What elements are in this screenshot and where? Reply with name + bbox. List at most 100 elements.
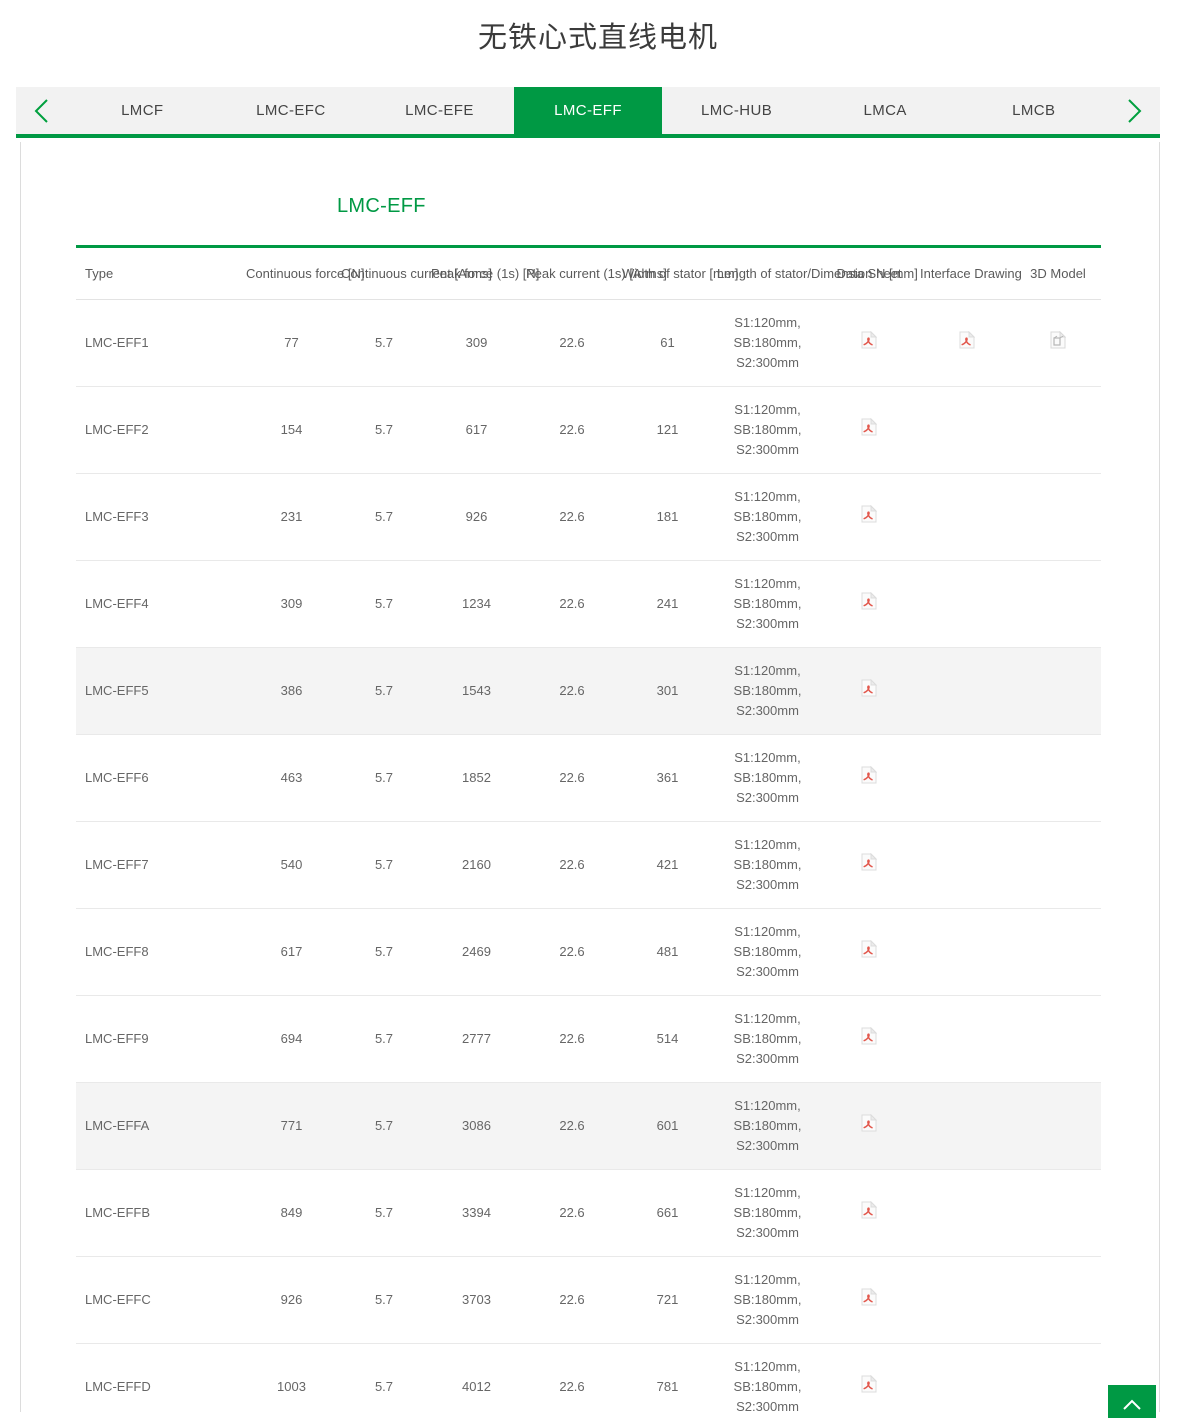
pdf-icon[interactable]	[861, 1374, 878, 1393]
cell-length-of-stator: S1:120mm, SB:180mm, S2:300mm	[715, 821, 820, 909]
cell-3d-model	[1015, 560, 1101, 648]
cell-continuous-force: 771	[244, 1082, 339, 1170]
table-row: LMC-EFFB 849 5.7 3394 22.6 661 S1:120mm, SB:18…	[76, 1169, 1101, 1257]
empty-cell	[966, 1390, 967, 1391]
cell-interface-drawing	[918, 995, 1015, 1083]
cell-peak-force: 4012	[429, 1343, 524, 1418]
cell-3d-model	[1015, 647, 1101, 735]
column-header-3d-model: 3D Model	[1015, 245, 1101, 300]
cell-peak-force: 3703	[429, 1256, 524, 1344]
cell-continuous-force: 463	[244, 734, 339, 822]
empty-cell	[1058, 433, 1059, 434]
tab-label: LMC-HUB	[701, 102, 773, 119]
product-series-tabbar: LMCF LMC-EFC LMC-EFE LMC-EFF LMC-HUB LMCA LMCB	[16, 87, 1160, 138]
cell-peak-current: 22.6	[524, 734, 620, 822]
column-header-continuous-force: Continuous force [N]	[244, 245, 365, 300]
cell-length-of-stator: S1:120mm, SB:180mm, S2:300mm	[715, 473, 820, 561]
pdf-icon[interactable]	[861, 1113, 878, 1132]
tab-lmcb[interactable]: LMCB	[959, 87, 1108, 134]
section-title: LMC-EFF	[337, 195, 426, 217]
column-header-continuous-current: Continuous current [Arms]	[339, 245, 492, 300]
table-row: LMC-EFFC 926 5.7 3703 22.6 721 S1:120mm, SB:18…	[76, 1256, 1101, 1344]
pdf-icon[interactable]	[861, 765, 878, 784]
pdf-icon[interactable]	[861, 330, 878, 349]
chevron-left-icon	[34, 98, 48, 123]
cell-3d-model	[1015, 1169, 1101, 1257]
cell-3d-model	[1015, 386, 1101, 474]
cell-continuous-force: 386	[244, 647, 339, 735]
tab-lmc-eff[interactable]: LMC-EFF	[513, 87, 663, 134]
pdf-icon[interactable]	[861, 417, 878, 436]
cell-length-of-stator: S1:120mm, SB:180mm, S2:300mm	[715, 1256, 820, 1344]
cell-continuous-current: 5.7	[339, 1169, 429, 1257]
cell-type: LMC-EFFA	[76, 1082, 244, 1170]
tab-next-arrow-button[interactable]	[1108, 87, 1160, 134]
tab-label: LMCA	[863, 102, 907, 119]
cell-type: LMC-EFFD	[76, 1343, 244, 1418]
cell-continuous-current: 5.7	[339, 1082, 429, 1170]
spec-table-container: Type Continuous force [N] Continuous cur…	[76, 245, 1101, 1418]
cell-peak-force: 2469	[429, 908, 524, 996]
cell-continuous-force: 694	[244, 995, 339, 1083]
cell-interface-drawing	[918, 1343, 1015, 1418]
cell-peak-current: 22.6	[524, 1343, 620, 1418]
empty-cell	[966, 1129, 967, 1130]
cell-type: LMC-EFF2	[76, 386, 244, 474]
cell-peak-current: 22.6	[524, 908, 620, 996]
pdf-icon[interactable]	[861, 678, 878, 697]
chevron-up-icon	[1123, 1399, 1141, 1410]
cell-data-sheet	[820, 1256, 918, 1344]
tab-lmc-efc[interactable]: LMC-EFC	[217, 87, 366, 134]
cell-data-sheet	[820, 734, 918, 822]
tab-lmca[interactable]: LMCA	[811, 87, 960, 134]
pdf-icon[interactable]	[861, 1200, 878, 1219]
cell-continuous-current: 5.7	[339, 908, 429, 996]
cell-type: LMC-EFF9	[76, 995, 244, 1083]
back-to-top-button[interactable]	[1108, 1385, 1156, 1418]
tab-lmc-hub[interactable]: LMC-HUB	[662, 87, 811, 134]
pdf-icon[interactable]	[861, 504, 878, 523]
empty-cell	[1058, 607, 1059, 608]
cell-width-of-stator: 361	[620, 734, 715, 822]
pdf-icon[interactable]	[861, 1287, 878, 1306]
empty-cell	[966, 868, 967, 869]
cell-continuous-force: 540	[244, 821, 339, 909]
cell-length-of-stator: S1:120mm, SB:180mm, S2:300mm	[715, 647, 820, 735]
cell-interface-drawing	[918, 473, 1015, 561]
cell-continuous-current: 5.7	[339, 821, 429, 909]
3d-file-icon[interactable]	[1050, 330, 1067, 349]
chevron-right-icon	[1128, 98, 1142, 123]
pdf-icon[interactable]	[959, 330, 975, 349]
cell-peak-current: 22.6	[524, 1082, 620, 1170]
cell-interface-drawing	[918, 1082, 1015, 1170]
table-row: LMC-EFF8 617 5.7 2469 22.6 481 S1:120mm, SB:18…	[76, 908, 1101, 996]
cell-width-of-stator: 421	[620, 821, 715, 909]
empty-cell	[1058, 1303, 1059, 1304]
pdf-icon[interactable]	[861, 939, 878, 958]
cell-peak-current: 22.6	[524, 647, 620, 735]
tab-lmcf[interactable]: LMCF	[68, 87, 217, 134]
table-header-row: Type Continuous force [N] Continuous cur…	[76, 245, 1101, 300]
table-row: LMC-EFF1 77 5.7 309 22.6 61 S1:120mm, SB:180mm…	[76, 299, 1101, 387]
pdf-icon[interactable]	[861, 591, 878, 610]
cell-interface-drawing	[918, 1169, 1015, 1257]
cell-type: LMC-EFF1	[76, 299, 244, 387]
column-header-peak-force: Peak force (1s) [N]	[429, 245, 539, 300]
cell-3d-model	[1015, 1343, 1101, 1418]
table-row: LMC-EFF5 386 5.7 1543 22.6 301 S1:120mm, SB:18…	[76, 647, 1101, 735]
cell-data-sheet	[820, 1082, 918, 1170]
cell-3d-model	[1015, 995, 1101, 1083]
cell-continuous-current: 5.7	[339, 734, 429, 822]
cell-peak-current: 22.6	[524, 560, 620, 648]
pdf-icon[interactable]	[861, 1026, 878, 1045]
tab-lmc-efe[interactable]: LMC-EFE	[365, 87, 514, 134]
cell-3d-model	[1015, 1082, 1101, 1170]
cell-continuous-current: 5.7	[339, 299, 429, 387]
tab-prev-arrow-button[interactable]	[16, 87, 68, 134]
spec-table: Type Continuous force [N] Continuous cur…	[76, 245, 1101, 1418]
pdf-icon[interactable]	[861, 852, 878, 871]
cell-data-sheet	[820, 299, 918, 387]
cell-data-sheet	[820, 560, 918, 648]
cell-interface-drawing	[918, 908, 1015, 996]
cell-peak-current: 22.6	[524, 473, 620, 561]
